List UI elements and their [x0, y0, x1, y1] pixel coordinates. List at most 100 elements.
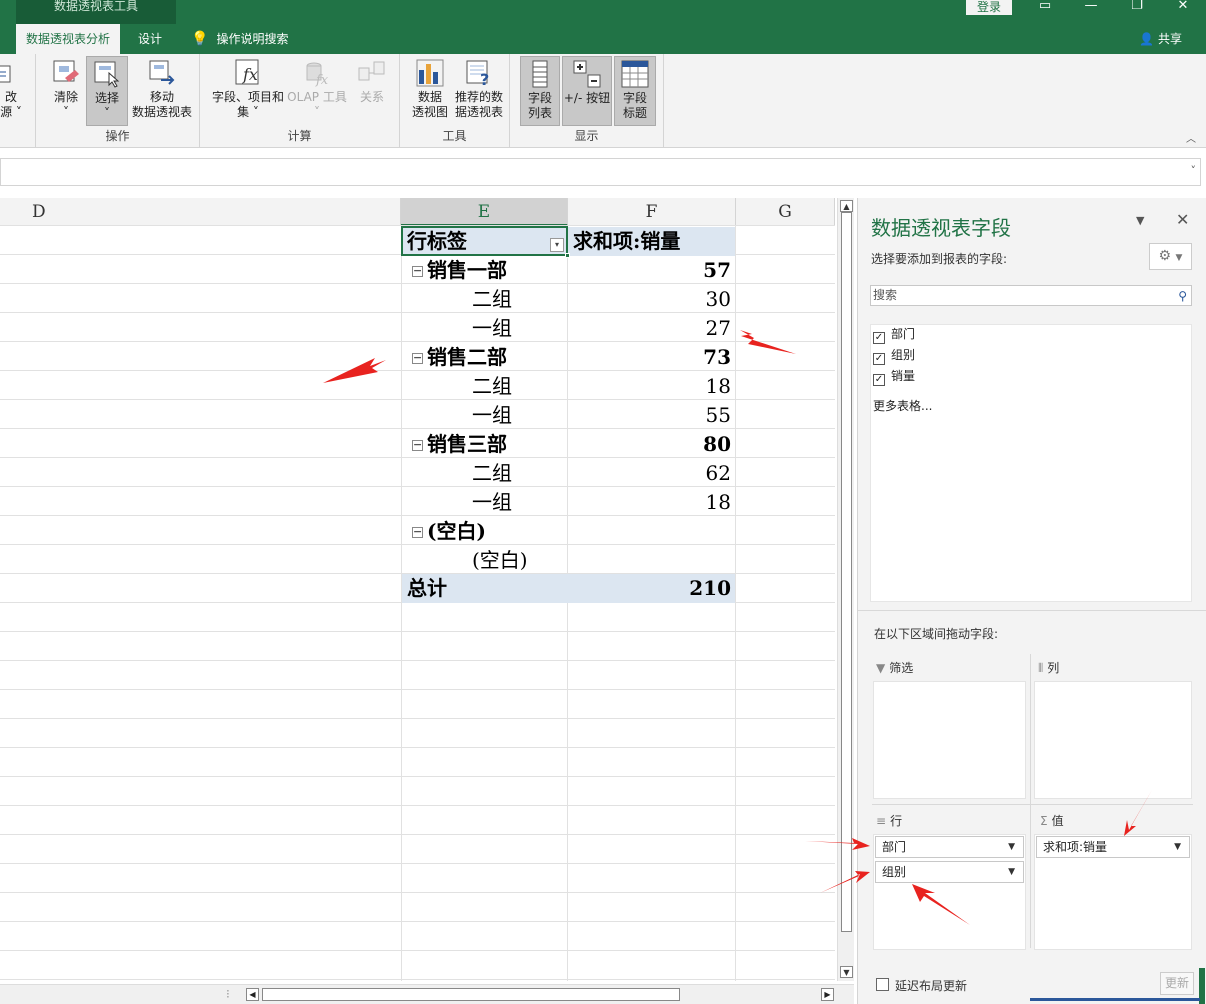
tell-me-search[interactable]: 💡 操作说明搜索 [183, 24, 298, 54]
checkbox-checked-icon[interactable]: ✓ [873, 353, 885, 365]
collapse-minus-icon[interactable]: − [412, 352, 423, 364]
vertical-scroll-thumb[interactable] [841, 212, 852, 932]
fields-items-sets-button[interactable]: fx 字段、项目和 集 ˅ [208, 56, 288, 120]
columns-label-text: 列 [1047, 661, 1060, 675]
recommended-pivot-button[interactable]: ? 推荐的数 据透视表 [452, 56, 506, 120]
columns-drop-area[interactable] [1034, 681, 1192, 799]
collapse-minus-icon[interactable]: − [412, 439, 423, 451]
search-icon[interactable]: ⚲ [1178, 287, 1187, 306]
pivot-department-label[interactable]: − 销售一部 [402, 256, 567, 285]
tab-pivot-analyze[interactable]: 数据透视表分析 [16, 24, 121, 54]
expand-collapse-buttons[interactable]: +/- 按钮 [562, 56, 612, 126]
close-icon[interactable]: ✕ [1160, 0, 1206, 14]
scroll-left-icon[interactable]: ◀ [246, 988, 259, 1001]
collapse-minus-icon[interactable]: − [412, 265, 423, 277]
scroll-right-icon[interactable]: ▶ [821, 988, 834, 1001]
formula-bar[interactable]: ˅ [0, 158, 1201, 186]
column-header-e[interactable]: E [401, 198, 568, 226]
pill-label: 求和项:销量 [1043, 840, 1108, 854]
pivot-value-cell[interactable]: 57 [568, 256, 735, 285]
pivot-group-label[interactable]: 二组 [402, 285, 567, 314]
pivot-group-label[interactable]: 一组 [402, 401, 567, 430]
field-search-input[interactable]: 搜索 ⚲ [870, 285, 1192, 306]
svg-text:fx: fx [315, 73, 329, 88]
row-gridline [0, 950, 835, 951]
column-header-f[interactable]: F [568, 198, 736, 226]
row-label-text: 销售二部 [427, 345, 507, 369]
update-button[interactable]: 更新 [1160, 972, 1194, 995]
group-label-show: 显示 [574, 129, 599, 143]
row-gridline [0, 747, 835, 748]
login-button[interactable]: 登录 [966, 0, 1012, 15]
select-button[interactable]: 选择 ˅ [86, 56, 128, 126]
gear-icon[interactable]: ⚙ ▼ [1149, 243, 1192, 270]
pivot-value-cell[interactable] [568, 517, 735, 546]
restore-icon[interactable]: ❐ [1114, 0, 1160, 14]
tab-design[interactable]: 设计 [128, 24, 172, 54]
clear-button[interactable]: 清除 ˅ [48, 56, 84, 120]
pivot-department-label[interactable]: − (空白) [402, 517, 567, 546]
filters-drop-area[interactable] [873, 681, 1026, 799]
field-search-placeholder: 搜索 [873, 288, 898, 302]
pivot-group-label[interactable]: (空白) [402, 546, 567, 575]
pivot-value-cell[interactable]: 18 [568, 488, 735, 517]
field-item-group[interactable]: ✓ 组别 [873, 346, 915, 365]
pivot-group-label[interactable]: 二组 [402, 372, 567, 401]
pill-dropdown-icon[interactable]: ▼ [1174, 837, 1181, 857]
pivot-chart-button[interactable]: 数据 透视图 [408, 56, 452, 120]
field-headers-button[interactable]: 字段 标题 [614, 56, 656, 126]
clear-label: 清除 [53, 90, 78, 104]
ribbon-display-icon[interactable]: ▭ [1022, 0, 1068, 14]
pill-dropdown-icon[interactable]: ▼ [1008, 837, 1015, 857]
more-tables-link[interactable]: 更多表格... [873, 397, 932, 414]
pivot-department-label[interactable]: − 销售二部 [402, 343, 567, 372]
pivot-group-label[interactable]: 一组 [402, 488, 567, 517]
pivot-value-cell[interactable] [568, 546, 735, 575]
pane-close-icon[interactable]: ✕ [1176, 210, 1189, 229]
relationships-button[interactable]: 关系 [350, 56, 394, 105]
pivot-value-cell[interactable]: 73 [568, 343, 735, 372]
pivot-group-label[interactable]: 一组 [402, 314, 567, 343]
field-item-sales[interactable]: ✓ 销量 [873, 367, 915, 386]
pivot-value-cell[interactable]: 62 [568, 459, 735, 488]
column-header-d[interactable]: D [0, 198, 401, 226]
pivot-value-cell[interactable]: 27 [568, 314, 735, 343]
vertical-scrollbar[interactable]: ▲ ▼ [837, 198, 854, 981]
move-pivot-button[interactable]: 移动 数据透视表 [128, 56, 196, 120]
pivot-group-label[interactable]: 二组 [402, 459, 567, 488]
scroll-down-icon[interactable]: ▼ [840, 966, 853, 978]
ribbon-group-show: 字段 列表 +/- 按钮 字段 标题 显示 [510, 54, 664, 148]
pane-options-chevron-icon[interactable]: ▼ [1136, 214, 1144, 227]
row-gridline [0, 863, 835, 864]
pivot-value-cell[interactable]: 18 [568, 372, 735, 401]
row-field-pill-group[interactable]: 组别 ▼ [875, 861, 1024, 883]
defer-update-checkbox[interactable] [876, 978, 889, 991]
minimize-icon[interactable]: — [1068, 0, 1114, 14]
change-source-button[interactable]: 改 源 ˅ [0, 56, 26, 120]
field-item-department[interactable]: ✓ 部门 [873, 325, 915, 344]
pill-dropdown-icon[interactable]: ▼ [1008, 862, 1015, 882]
pivot-value-cell[interactable]: 80 [568, 430, 735, 459]
sheet-splitter-icon[interactable]: ⁝ [226, 987, 230, 1001]
pivot-value-cell[interactable]: 30 [568, 285, 735, 314]
value-field-pill-sum-sales[interactable]: 求和项:销量 ▼ [1036, 836, 1190, 858]
column-header-g[interactable]: G [736, 198, 835, 226]
checkbox-checked-icon[interactable]: ✓ [873, 332, 885, 344]
grand-total-label[interactable]: 总计 [402, 574, 568, 603]
scroll-up-icon[interactable]: ▲ [840, 200, 853, 212]
pivot-value-header[interactable]: 求和项:销量 [568, 227, 735, 256]
horizontal-scrollbar[interactable]: ⁝ ◀ ▶ [0, 984, 854, 1004]
collapse-ribbon-icon[interactable]: ︿ [1186, 130, 1196, 145]
pivot-value-cell[interactable]: 55 [568, 401, 735, 430]
expand-formula-icon[interactable]: ˅ [1191, 164, 1197, 177]
share-button[interactable]: 👤 共享 [1139, 24, 1182, 54]
grand-total-value[interactable]: 210 [568, 574, 735, 603]
checkbox-checked-icon[interactable]: ✓ [873, 374, 885, 386]
buttons-label: +/- 按钮 [563, 91, 611, 105]
collapse-minus-icon[interactable]: − [412, 526, 423, 538]
field-list-button[interactable]: 字段 列表 [520, 56, 560, 126]
olap-tools-button[interactable]: fx OLAP 工具 ˅ [286, 56, 348, 120]
pivot-department-label[interactable]: − 销售三部 [402, 430, 567, 459]
row-field-pill-department[interactable]: 部门 ▼ [875, 836, 1024, 858]
horizontal-scroll-thumb[interactable] [262, 988, 680, 1001]
